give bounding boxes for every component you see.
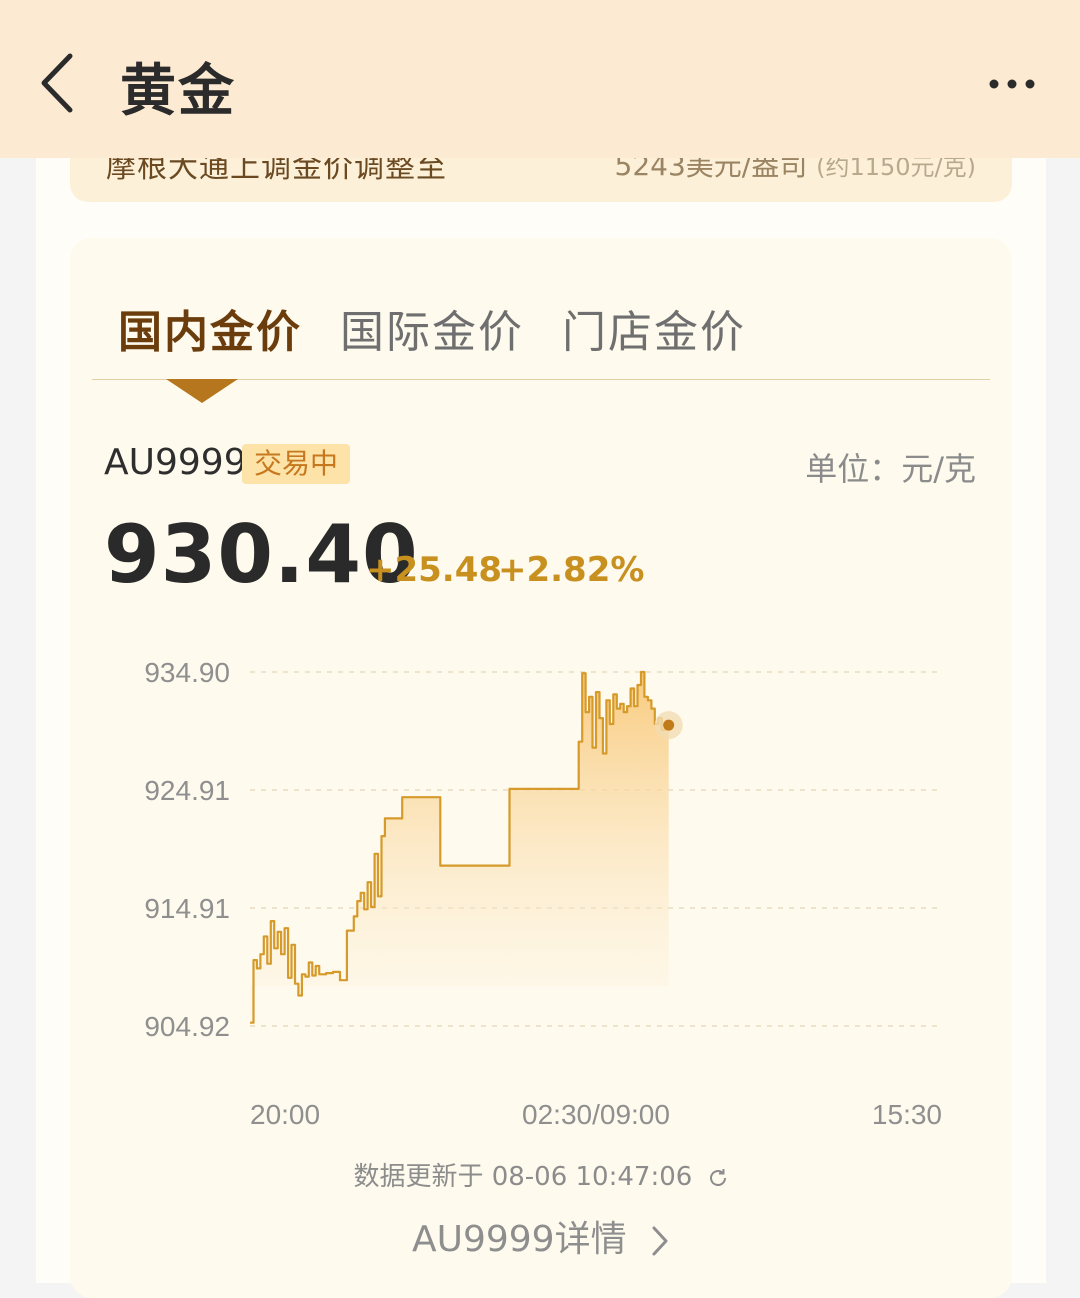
more-button[interactable]: [988, 60, 1036, 108]
gold-price-card: 国内金价 国际金价 门店金价 AU9999 交易中 单位：元/克 930.40 …: [70, 238, 1012, 1298]
x-tick-label: 02:30/09:00: [522, 1099, 670, 1130]
y-tick-label: 914.91: [144, 893, 230, 924]
chevron-right-icon: [652, 1226, 668, 1256]
more-dots-icon: [989, 79, 1035, 89]
details-link[interactable]: AU9999详情: [70, 1210, 1012, 1262]
refresh-icon[interactable]: [707, 1167, 729, 1189]
y-tick-label: 904.92: [144, 1011, 230, 1042]
app-header: 黄金: [0, 0, 1080, 158]
back-button[interactable]: [36, 50, 88, 116]
last-point-marker: [663, 719, 675, 731]
intraday-price-chart[interactable]: 934.90 924.91 914.91 904.92 20:00 02:30/09:00…: [70, 238, 1012, 1138]
y-tick-label: 934.90: [144, 657, 230, 688]
chevron-left-icon: [41, 53, 73, 113]
update-timestamp: 数据更新于 08-06 10:47:06: [70, 1156, 1012, 1193]
x-tick-label: 15:30: [872, 1099, 942, 1130]
page-title: 黄金: [120, 59, 236, 124]
x-tick-label: 20:00: [250, 1099, 320, 1130]
y-tick-label: 924.91: [144, 775, 230, 806]
